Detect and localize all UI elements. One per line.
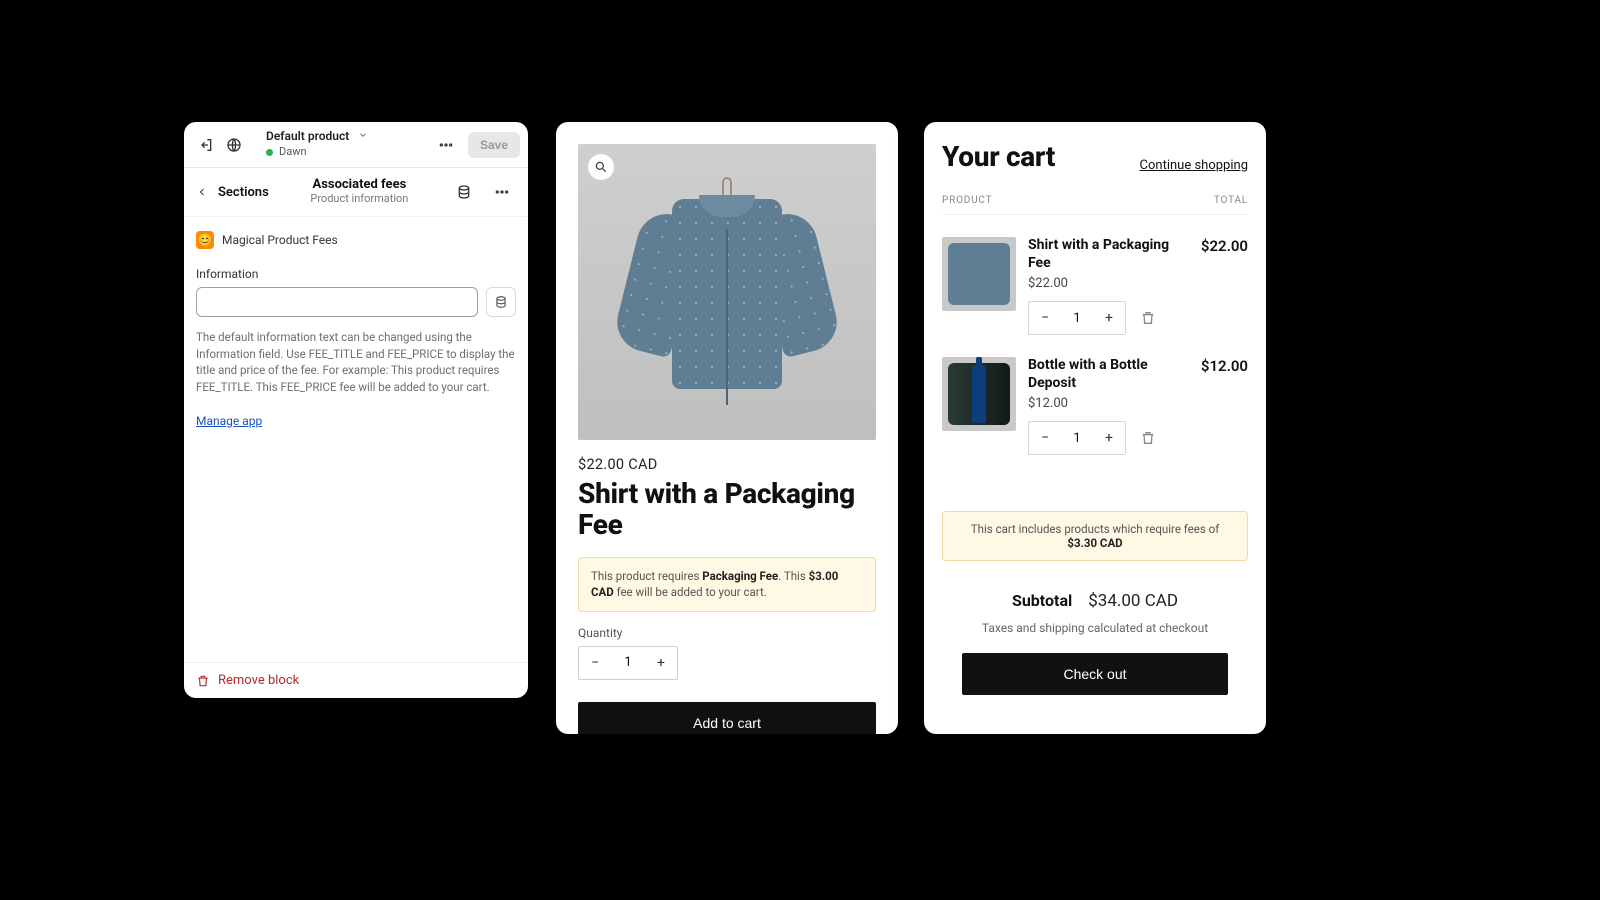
qty-value: 1 — [611, 655, 645, 670]
template-name: Default product — [266, 129, 349, 143]
qty-plus-button[interactable]: + — [1093, 430, 1125, 446]
chevron-down-icon — [358, 130, 368, 144]
product-price: $22.00 CAD — [578, 456, 876, 473]
data-source-icon[interactable] — [450, 178, 478, 206]
subtotal-value: $34.00 CAD — [1088, 591, 1178, 611]
cart-panel: Your cart Continue shopping PRODUCT TOTA… — [924, 122, 1266, 734]
shirt-illustration — [617, 177, 837, 407]
editor-top-bar: Default product Dawn Save — [184, 122, 528, 168]
information-label: Information — [196, 267, 516, 281]
globe-icon[interactable] — [220, 131, 248, 159]
qty-minus-button[interactable]: − — [579, 655, 611, 671]
back-icon[interactable] — [196, 183, 208, 202]
remove-item-button[interactable] — [1140, 430, 1156, 446]
cart-fee-notice: This cart includes products which requir… — [942, 511, 1248, 561]
subtotal-row: Subtotal $34.00 CAD — [942, 591, 1248, 611]
save-button[interactable]: Save — [468, 132, 520, 158]
zoom-icon[interactable] — [588, 154, 614, 180]
trash-icon — [196, 674, 210, 688]
theme-editor-panel: Default product Dawn Save Sections Assoc… — [184, 122, 528, 698]
col-total: TOTAL — [1214, 195, 1248, 206]
template-selector[interactable]: Default product Dawn — [248, 130, 432, 158]
item-unit-price: $12.00 — [1028, 396, 1189, 411]
item-qty-stepper: − 1 + — [1028, 301, 1126, 335]
tax-note: Taxes and shipping calculated at checkou… — [942, 621, 1248, 635]
information-input[interactable] — [196, 287, 478, 317]
remove-item-button[interactable] — [1140, 310, 1156, 326]
help-text: The default information text can be chan… — [196, 329, 516, 396]
cart-title: Your cart — [942, 140, 1055, 173]
item-thumb — [942, 357, 1016, 431]
item-line-total: $12.00 — [1201, 357, 1248, 455]
cart-item: Bottle with a Bottle Deposit $12.00 − 1 … — [942, 357, 1248, 455]
manage-app-link[interactable]: Manage app — [196, 414, 262, 428]
remove-block-label: Remove block — [218, 673, 299, 688]
item-name: Shirt with a Packaging Fee — [1028, 237, 1189, 272]
breadcrumb-sections[interactable]: Sections — [218, 185, 269, 200]
section-title: Associated fees — [279, 178, 440, 193]
quantity-stepper: − 1 + — [578, 646, 678, 680]
qty-minus-button[interactable]: − — [1029, 310, 1061, 326]
qty-minus-button[interactable]: − — [1029, 430, 1061, 446]
section-more-icon[interactable] — [488, 178, 516, 206]
product-title: Shirt with a Packaging Fee — [578, 479, 876, 541]
col-product: PRODUCT — [942, 195, 992, 206]
qty-plus-button[interactable]: + — [1093, 310, 1125, 326]
section-header: Sections Associated fees Product informa… — [184, 168, 528, 217]
qty-plus-button[interactable]: + — [645, 655, 677, 671]
app-name: Magical Product Fees — [222, 233, 338, 247]
remove-block-button[interactable]: Remove block — [184, 662, 528, 698]
product-image — [578, 144, 876, 440]
status-dot — [266, 149, 273, 156]
subtotal-label: Subtotal — [1012, 591, 1072, 610]
item-qty: 1 — [1061, 311, 1093, 326]
fee-notice: This product requires Packaging Fee. Thi… — [578, 557, 876, 612]
product-page-panel: $22.00 CAD Shirt with a Packaging Fee Th… — [556, 122, 898, 734]
cart-item: Shirt with a Packaging Fee $22.00 − 1 + … — [942, 237, 1248, 335]
item-qty: 1 — [1061, 431, 1093, 446]
item-line-total: $22.00 — [1201, 237, 1248, 335]
cart-column-headers: PRODUCT TOTAL — [942, 195, 1248, 215]
section-subtitle: Product information — [279, 193, 440, 206]
exit-icon[interactable] — [192, 131, 220, 159]
more-icon[interactable] — [432, 131, 460, 159]
checkout-button[interactable]: Check out — [962, 653, 1228, 695]
item-qty-stepper: − 1 + — [1028, 421, 1126, 455]
dynamic-source-icon[interactable] — [486, 287, 516, 317]
item-unit-price: $22.00 — [1028, 276, 1189, 291]
add-to-cart-button[interactable]: Add to cart — [578, 702, 876, 734]
theme-name: Dawn — [279, 146, 307, 159]
item-thumb — [942, 237, 1016, 311]
quantity-label: Quantity — [578, 626, 876, 640]
item-name: Bottle with a Bottle Deposit — [1028, 357, 1189, 392]
app-row: 😊 Magical Product Fees — [196, 227, 516, 259]
continue-shopping-link[interactable]: Continue shopping — [1140, 158, 1248, 173]
app-icon: 😊 — [196, 231, 214, 249]
